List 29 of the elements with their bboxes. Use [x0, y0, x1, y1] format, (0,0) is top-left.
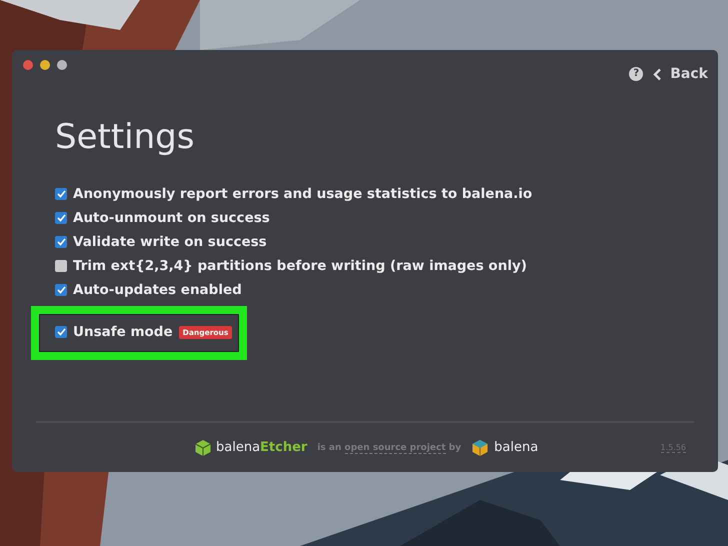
checkbox[interactable]	[55, 326, 67, 338]
setting-label: Validate write on success	[73, 234, 267, 250]
cube-icon	[471, 438, 490, 456]
checkbox[interactable]	[55, 188, 67, 200]
back-button[interactable]: Back	[653, 66, 708, 82]
zoom-button[interactable]	[57, 60, 67, 70]
checkmark-icon	[56, 286, 66, 294]
checkbox[interactable]	[55, 212, 67, 224]
chevron-left-icon	[653, 68, 662, 80]
setting-label: Auto-updates enabled	[73, 282, 242, 298]
checkbox[interactable]	[55, 260, 67, 272]
app-logo-text: balenaEtcher	[216, 440, 308, 455]
checkbox[interactable]	[55, 284, 67, 296]
help-button[interactable]: ?	[629, 67, 644, 81]
setting-label: Auto-unmount on success	[73, 210, 270, 226]
cube-icon	[194, 438, 212, 456]
setting-label: Trim ext{2,3,4} partitions before writing (raw images only)	[73, 258, 527, 274]
page-title: Settings	[55, 120, 196, 154]
setting-label: Unsafe mode	[73, 324, 173, 340]
setting-label: Anonymously report errors and usage statistics to balena.io	[73, 186, 532, 202]
close-button[interactable]	[23, 60, 33, 70]
checkmark-icon	[56, 328, 66, 336]
company-logo-text: balena	[494, 440, 538, 455]
checkmark-icon	[56, 214, 66, 222]
footer-text: is an open source project by	[317, 442, 462, 452]
checkmark-icon	[56, 190, 66, 198]
checkmark-icon	[56, 238, 66, 246]
checkbox[interactable]	[55, 236, 67, 248]
minimize-button[interactable]	[40, 60, 50, 70]
